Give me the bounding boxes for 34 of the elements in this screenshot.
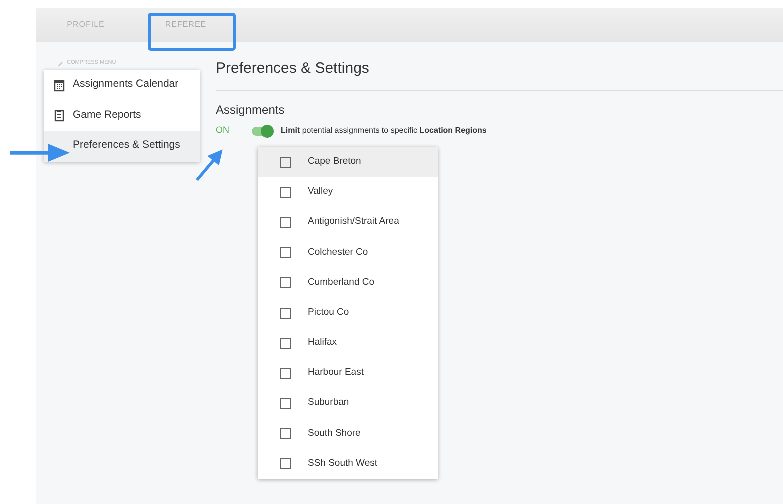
checkbox[interactable] [280,368,291,379]
region-option[interactable]: Halifax [258,328,438,358]
toggle-state-label: ON [216,124,230,138]
region-option[interactable]: Antigonish/Strait Area [258,207,438,238]
annotation-arrow [10,142,70,164]
checkbox[interactable] [280,458,291,470]
section-heading: Assignments [216,103,286,118]
checkbox[interactable] [280,398,291,410]
region-option[interactable]: Harbour East [258,358,438,388]
region-option[interactable]: Cumberland Co [258,268,438,298]
toggle-description: Limit potential assignments to specific Location Regions [281,125,487,138]
calendar-icon [54,78,65,92]
region-option[interactable]: Colchester Co [258,238,438,268]
toggle-switch[interactable] [252,126,273,136]
sidebar-item[interactable]: Assignments Calendar [44,70,200,100]
region-option[interactable]: Suburban [258,388,438,419]
clipboard-icon [54,109,65,122]
sidebar-item[interactable]: Game Reports [44,100,200,131]
page-title: Preferences & Settings [216,60,370,78]
region-option[interactable]: South Shore [258,418,438,449]
checkbox[interactable] [280,308,291,319]
checkbox[interactable] [280,156,291,168]
checkbox[interactable] [280,338,291,349]
checkbox[interactable] [280,428,291,440]
region-option[interactable]: Pictou Co [258,298,438,328]
checkbox[interactable] [280,186,291,198]
region-option[interactable]: Cape Breton [258,147,438,178]
pencil-icon [58,60,64,66]
checkbox[interactable] [280,216,291,228]
sidebar-item[interactable]: Preferences & Settings [44,131,200,162]
region-option[interactable]: Valley [258,177,438,208]
checkbox[interactable] [280,247,291,258]
region-option[interactable]: SSh South West [258,448,438,480]
checkbox[interactable] [280,277,291,288]
